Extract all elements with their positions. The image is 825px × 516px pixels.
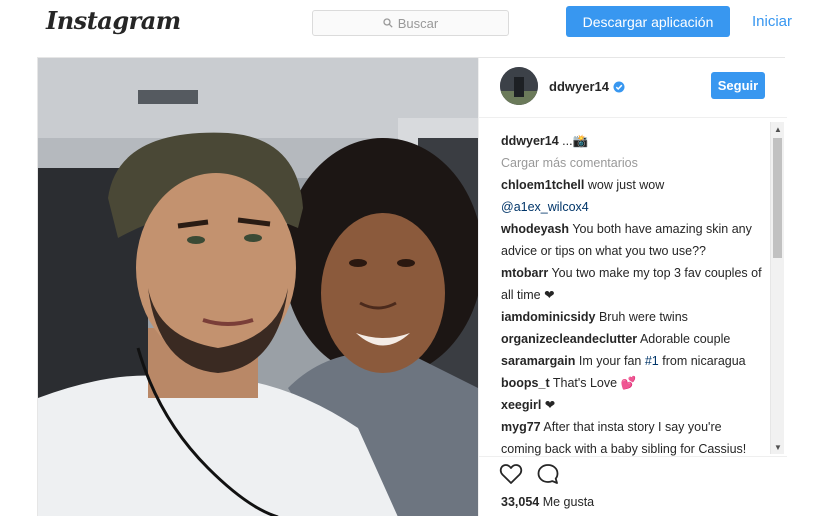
post-card: ddwyer14 Seguir ddwyer14 ...📸 Cargar más… — [37, 57, 787, 516]
comment-text: That's Love 💕 — [552, 376, 637, 390]
heart-icon[interactable] — [499, 463, 523, 485]
search-placeholder: Buscar — [397, 15, 439, 31]
list-item: xeegirl ❤ — [501, 394, 763, 416]
scroll-down-arrow-icon[interactable]: ▼ — [771, 440, 785, 454]
scroll-up-arrow-icon[interactable]: ▲ — [771, 122, 785, 136]
top-nav: Instagram Buscar Descargar aplicación In… — [0, 0, 825, 50]
comment-username[interactable]: chloem1tchell — [501, 178, 584, 192]
post-header: ddwyer14 Seguir — [479, 58, 787, 118]
download-app-button[interactable]: Descargar aplicación — [566, 6, 730, 37]
scroll-thumb[interactable] — [773, 138, 782, 258]
avatar[interactable] — [500, 67, 538, 105]
comment-text: ❤ — [544, 398, 556, 412]
post-username[interactable]: ddwyer14 — [549, 79, 625, 94]
likes-label: Me gusta — [542, 495, 595, 509]
list-item: chloem1tchell wow just wow @a1ex_wilcox4 — [501, 174, 763, 218]
comments-list[interactable]: ddwyer14 ...📸 Cargar más comentarios chl… — [501, 130, 763, 460]
caption-text: ...📸 — [562, 134, 589, 148]
login-link[interactable]: Iniciar — [752, 13, 792, 30]
instagram-logo[interactable]: Instagram — [46, 6, 181, 35]
follow-button[interactable]: Seguir — [711, 72, 765, 99]
list-item: mtobarr You two make my top 3 fav couple… — [501, 262, 763, 306]
search-input[interactable]: Buscar — [312, 10, 509, 36]
likes-count[interactable]: 33,054 Me gusta — [501, 495, 594, 509]
caption: ddwyer14 ...📸 — [501, 130, 763, 152]
search-icon — [383, 18, 393, 28]
load-more-comments-button[interactable]: Cargar más comentarios — [501, 152, 763, 174]
comment-text-tail: from nicaragua — [662, 354, 746, 368]
comments-scrollbar[interactable]: ▲ ▼ — [770, 122, 784, 454]
list-item: organizecleandeclutter Adorable couple — [501, 328, 763, 350]
comment-text: Adorable couple — [639, 332, 731, 346]
comment-username[interactable]: mtobarr — [501, 266, 548, 280]
selfie-photo-illustration — [38, 58, 478, 516]
post-sidebar: ddwyer14 Seguir ddwyer14 ...📸 Cargar más… — [478, 58, 787, 516]
avatar-image — [500, 67, 538, 105]
likes-number: 33,054 — [501, 495, 540, 509]
comment-username[interactable]: organizecleandeclutter — [501, 332, 637, 346]
comment-username[interactable]: xeegirl — [501, 398, 541, 412]
verified-icon — [613, 81, 625, 92]
list-item: iamdominicsidy Bruh were twins — [501, 306, 763, 328]
comment-mention-link[interactable]: @a1ex_wilcox4 — [501, 200, 589, 214]
comment-text: Im your fan — [578, 354, 642, 368]
comment-username[interactable]: myg77 — [501, 420, 541, 434]
comment-text: Bruh were twins — [598, 310, 688, 324]
comment-username[interactable]: saramargain — [501, 354, 575, 368]
post-photo[interactable] — [38, 58, 478, 516]
list-item: myg77 After that insta story I say you'r… — [501, 416, 763, 460]
comment-hashtag-link[interactable]: #1 — [645, 354, 659, 368]
comment-text: wow just wow — [587, 178, 665, 192]
comment-icon[interactable] — [536, 463, 560, 485]
username-text: ddwyer14 — [549, 79, 609, 94]
list-item: boops_t That's Love 💕 — [501, 372, 763, 394]
list-item: saramargain Im your fan #1 from nicaragu… — [501, 350, 763, 372]
comment-username[interactable]: iamdominicsidy — [501, 310, 595, 324]
caption-username[interactable]: ddwyer14 — [501, 134, 559, 148]
list-item: whodeyash You both have amazing skin any… — [501, 218, 763, 262]
comment-username[interactable]: whodeyash — [501, 222, 569, 236]
post-actions: 33,054 Me gusta — [479, 456, 787, 516]
comment-username[interactable]: boops_t — [501, 376, 550, 390]
